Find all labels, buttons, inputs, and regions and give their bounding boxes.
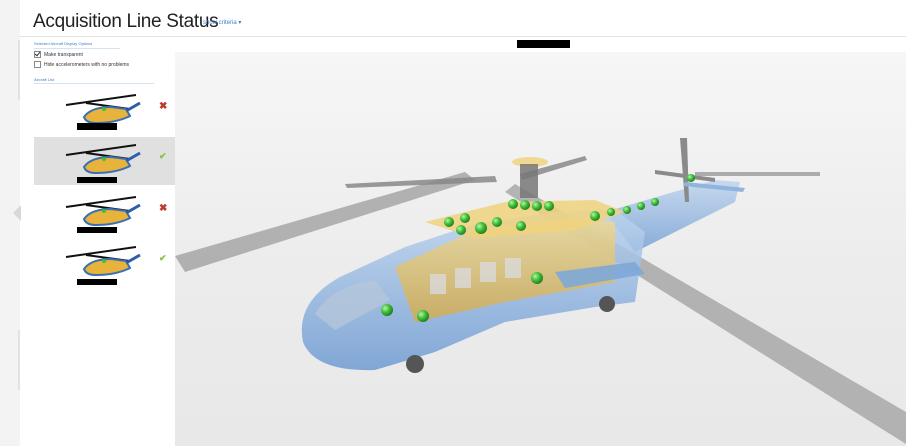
divider	[34, 48, 120, 49]
helicopter-3d-model	[175, 138, 906, 444]
aircraft-list-item[interactable]: ✖	[34, 87, 189, 135]
option-hide-accelerometers[interactable]: Hide accelerometers with no problems	[34, 61, 129, 68]
landing-wheel	[406, 355, 424, 373]
make-transparent-checkbox[interactable]	[34, 51, 41, 58]
selection-pointer-icon	[13, 205, 21, 221]
sidebar: Selected Aircraft Display Options Make t…	[20, 37, 189, 446]
page-title: Acquisition Line Status	[33, 11, 219, 32]
cabin-window	[480, 262, 496, 282]
aircraft-list-item-selected[interactable]: ✔	[34, 137, 189, 185]
aircraft-list-item[interactable]: ✔	[34, 239, 189, 287]
aircraft-list-heading: Aircraft List	[34, 77, 55, 82]
app-window: Acquisition Line Status show criteria ▾ …	[0, 0, 906, 446]
hide-accelerometers-checkbox[interactable]	[34, 61, 41, 68]
check-icon: ✔	[159, 151, 167, 161]
redacted-aircraft-id	[517, 40, 570, 48]
divider	[34, 83, 154, 84]
landing-wheel	[599, 296, 615, 312]
aircraft-list-item[interactable]: ✖	[34, 189, 189, 237]
redacted-label	[77, 227, 117, 233]
error-icon: ✖	[159, 101, 168, 112]
redacted-label	[77, 123, 117, 130]
redacted-label	[77, 177, 117, 183]
cabin-window	[430, 274, 446, 294]
check-icon: ✔	[159, 253, 167, 263]
redacted-label	[77, 279, 117, 285]
option-label: Make transparent	[44, 51, 83, 58]
option-label: Hide accelerometers with no problems	[44, 61, 130, 68]
show-criteria-link[interactable]: show criteria ▾	[203, 19, 241, 26]
tail-rotor	[695, 172, 820, 176]
cabin-window	[505, 258, 521, 278]
rotor-mast	[520, 164, 538, 198]
display-options-heading: Selected Aircraft Display Options	[34, 41, 93, 46]
3d-helicopter-viewer[interactable]	[175, 52, 906, 446]
error-icon: ✖	[159, 203, 168, 214]
cabin-window	[455, 268, 471, 288]
page-header: Acquisition Line Status show criteria ▾	[20, 0, 906, 37]
left-scroll-strip	[0, 0, 21, 446]
option-make-transparent[interactable]: Make transparent	[34, 51, 83, 58]
